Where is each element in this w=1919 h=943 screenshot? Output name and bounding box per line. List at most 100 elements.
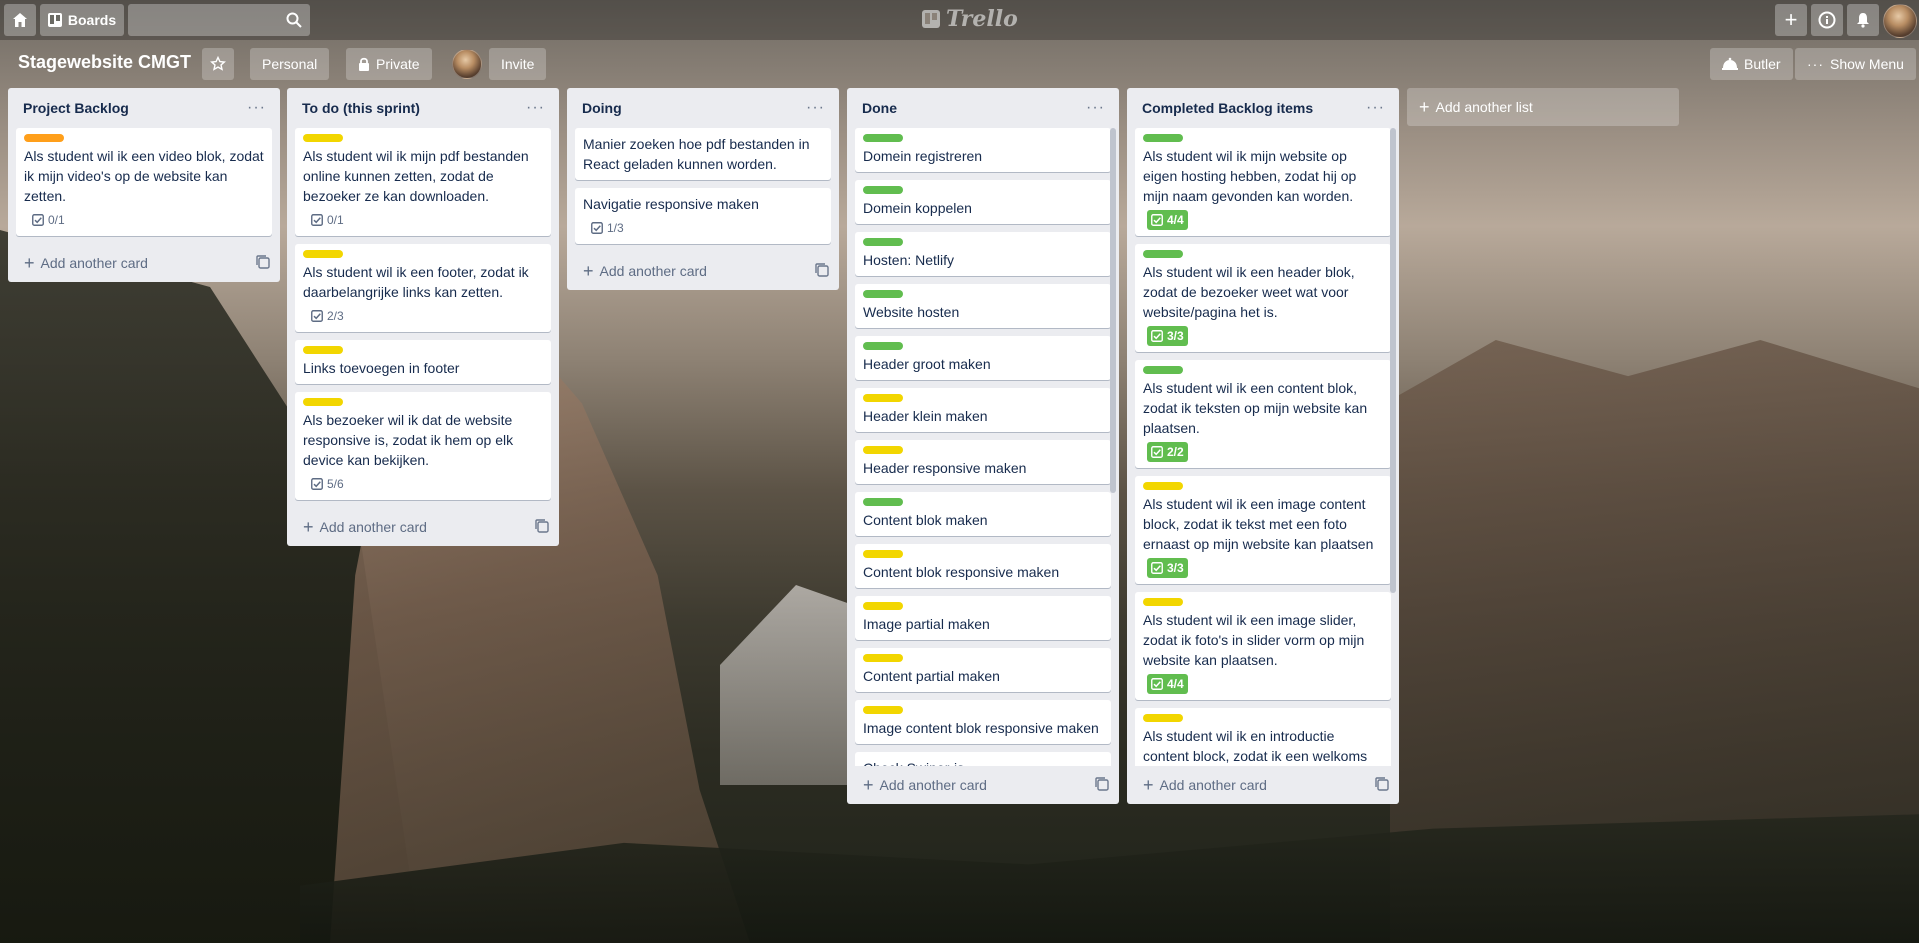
card-title: Image content blok responsive maken (863, 720, 1099, 736)
card[interactable]: Website hosten (855, 284, 1111, 328)
member-avatar[interactable] (452, 49, 482, 79)
card[interactable]: Content partial maken (855, 648, 1111, 692)
list-title[interactable]: Done (862, 100, 897, 116)
card[interactable]: Als student wil ik een content blok, zod… (1135, 360, 1391, 468)
top-navigation-bar: Boards Trello + (0, 0, 1919, 40)
card[interactable]: Content blok responsive maken (855, 544, 1111, 588)
list-header: To do (this sprint) ··· (287, 88, 559, 128)
list-scrollbar[interactable] (1110, 128, 1116, 493)
star-board-button[interactable] (202, 48, 234, 80)
add-list-label: Add another list (1435, 99, 1533, 115)
card[interactable]: Check Swiper-js (855, 752, 1111, 766)
card-label (303, 398, 343, 406)
checklist-badge: 3/3 (1147, 558, 1188, 578)
card[interactable]: Header klein maken (855, 388, 1111, 432)
list-menu-icon[interactable]: ··· (1360, 99, 1391, 117)
card-label (1143, 598, 1183, 606)
list-todo: To do (this sprint) ··· Als student wil ik… (287, 88, 559, 546)
list-menu-icon[interactable]: ··· (520, 99, 551, 117)
add-card-button[interactable]: + Add another card (287, 508, 559, 546)
card[interactable]: Image content blok responsive maken (855, 700, 1111, 744)
card[interactable]: Navigatie responsive maken 1/3 (575, 188, 831, 244)
card-template-icon[interactable] (1095, 776, 1109, 794)
add-card-button[interactable]: + Add another card (847, 766, 1119, 804)
card[interactable]: Content blok maken (855, 492, 1111, 536)
checklist-count: 0/1 (48, 213, 65, 227)
invite-button[interactable]: Invite (489, 48, 547, 80)
card-label (863, 602, 903, 610)
card-container: Domein registreren Domein koppelen Hosten:… (847, 128, 1119, 766)
card[interactable]: Als student wil ik mijn website op eigen… (1135, 128, 1391, 236)
checklist-badge: 0/1 (28, 210, 69, 230)
list-title[interactable]: Completed Backlog items (1142, 100, 1313, 116)
trello-logo[interactable]: Trello (922, 6, 1018, 32)
checklist-count: 2/3 (327, 309, 344, 323)
card[interactable]: Image partial maken (855, 596, 1111, 640)
card[interactable]: Als bezoeker wil ik dat de website respo… (295, 392, 551, 500)
card-label (863, 706, 903, 714)
card[interactable]: Links toevoegen in footer (295, 340, 551, 384)
card[interactable]: Als student wil ik een video blok, zodat… (16, 128, 272, 236)
list-title[interactable]: Doing (582, 100, 622, 116)
card[interactable]: Header responsive maken (855, 440, 1111, 484)
checklist-icon (1151, 446, 1163, 458)
card-title: Manier zoeken hoe pdf bestanden in React… (583, 136, 810, 172)
checklist-icon (311, 214, 323, 226)
home-button[interactable] (4, 4, 36, 36)
card[interactable]: Als student wil ik mijn pdf bestanden on… (295, 128, 551, 236)
card[interactable]: Header groot maken (855, 336, 1111, 380)
notifications-button[interactable] (1847, 4, 1879, 36)
card[interactable]: Domein koppelen (855, 180, 1111, 224)
card-label (863, 290, 903, 298)
card[interactable]: Als student wil ik een footer, zodat ik … (295, 244, 551, 332)
list-doing: Doing ··· Manier zoeken hoe pdf bestanden … (567, 88, 839, 290)
checklist-count: 1/3 (607, 221, 624, 235)
checklist-badge: 1/3 (587, 218, 628, 238)
card[interactable]: Hosten: Netlify (855, 232, 1111, 276)
info-icon (1818, 11, 1836, 29)
card-title: Als student wil ik een content blok, zod… (1143, 380, 1368, 436)
boards-button[interactable]: Boards (40, 4, 124, 36)
add-card-button[interactable]: + Add another card (567, 252, 839, 290)
add-list-button[interactable]: + Add another list (1407, 88, 1679, 126)
list-menu-icon[interactable]: ··· (1080, 99, 1111, 117)
create-button[interactable]: + (1775, 4, 1807, 36)
user-avatar[interactable] (1883, 4, 1917, 38)
add-card-button[interactable]: + Add another card (8, 244, 280, 282)
list-header: Completed Backlog items ··· (1127, 88, 1399, 128)
checklist-count: 4/4 (1167, 677, 1184, 691)
boards-label: Boards (67, 12, 117, 28)
card[interactable]: Als student wil ik een image slider, zod… (1135, 592, 1391, 700)
show-menu-button[interactable]: ··· Show Menu (1795, 48, 1916, 80)
list-title[interactable]: To do (this sprint) (302, 100, 420, 116)
add-card-button[interactable]: + Add another card (1127, 766, 1399, 804)
card-label (303, 346, 343, 354)
card-title: Navigatie responsive maken (583, 196, 759, 212)
card-title: Domein registreren (863, 148, 983, 164)
card-template-icon[interactable] (256, 254, 270, 272)
card[interactable]: Domein registreren (855, 128, 1111, 172)
board-title[interactable]: Stagewebsite CMGT (18, 52, 191, 73)
card-label (863, 654, 903, 662)
list-menu-icon[interactable]: ··· (800, 99, 831, 117)
card[interactable]: Manier zoeken hoe pdf bestanden in React… (575, 128, 831, 180)
info-button[interactable] (1811, 4, 1843, 36)
search-input[interactable] (128, 4, 310, 36)
card[interactable]: Als student wil ik een header blok, zoda… (1135, 244, 1391, 352)
card-template-icon[interactable] (1375, 776, 1389, 794)
list-title[interactable]: Project Backlog (23, 100, 129, 116)
list-scrollbar[interactable] (1390, 128, 1396, 593)
card-label (303, 250, 343, 258)
checklist-icon (591, 222, 603, 234)
card[interactable]: Als student wil ik en introductie conten… (1135, 708, 1391, 766)
card-template-icon[interactable] (535, 518, 549, 536)
card-template-icon[interactable] (815, 262, 829, 280)
team-button[interactable]: Personal (250, 48, 330, 80)
visibility-button[interactable]: Private (346, 48, 432, 80)
butler-button[interactable]: Butler (1710, 48, 1793, 80)
visibility-label: Private (376, 56, 420, 72)
card-title: Check Swiper-js (863, 758, 1103, 766)
card[interactable]: Als student wil ik een image content blo… (1135, 476, 1391, 584)
list-menu-icon[interactable]: ··· (241, 99, 272, 117)
home-icon (13, 13, 27, 27)
